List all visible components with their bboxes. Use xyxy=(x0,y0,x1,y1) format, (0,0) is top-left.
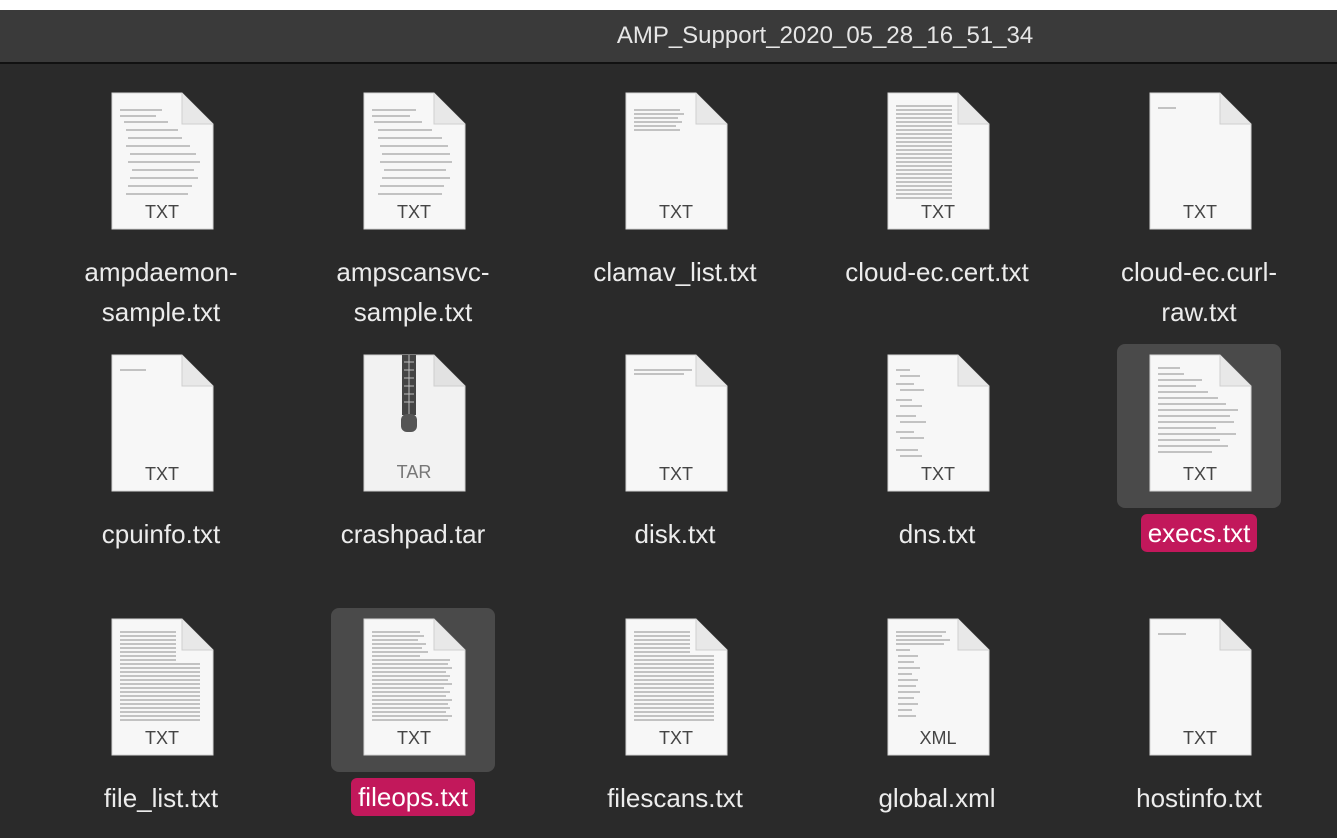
svg-text:TXT: TXT xyxy=(1183,202,1217,222)
file-item[interactable]: TXT filescans.txt xyxy=(544,590,806,838)
file-name: ampscansvc-sample.txt xyxy=(336,257,490,327)
file-icon-frame: TXT xyxy=(593,608,757,772)
file-item[interactable]: TXT cloud-ec.cert.txt xyxy=(806,64,1068,324)
file-icon-frame: XML xyxy=(855,608,1019,772)
window-titlebar[interactable]: AMP_Support_2020_05_28_16_51_34 xyxy=(0,10,1337,64)
window-title: AMP_Support_2020_05_28_16_51_34 xyxy=(616,22,1034,49)
file-item[interactable]: TXT cloud-ec.curl-raw.txt xyxy=(1068,64,1330,327)
archive-file-icon: TAR xyxy=(360,354,466,492)
file-name: filescans.txt xyxy=(607,783,743,813)
text-file-icon: TXT xyxy=(108,618,214,756)
file-name: clamav_list.txt xyxy=(593,257,757,287)
svg-text:TXT: TXT xyxy=(659,728,693,748)
svg-text:TXT: TXT xyxy=(921,464,955,484)
file-item[interactable]: XML global.xml xyxy=(806,590,1068,838)
file-item[interactable]: TXT ampdaemon-sample.txt xyxy=(30,64,292,327)
file-icon-frame: TXT xyxy=(593,344,757,508)
svg-text:TXT: TXT xyxy=(659,202,693,222)
text-file-icon: TXT xyxy=(360,618,466,756)
text-file-icon: TXT xyxy=(884,354,990,492)
file-name: dns.txt xyxy=(898,519,976,549)
file-icon-frame: TXT xyxy=(855,344,1019,508)
text-file-icon: TXT xyxy=(1146,354,1252,492)
svg-text:XML: XML xyxy=(919,728,956,748)
text-file-icon: TXT xyxy=(622,92,728,230)
file-name-selected: fileops.txt xyxy=(351,778,475,816)
file-icon-frame: TXT xyxy=(79,344,243,508)
file-icon-grid: TXT ampdaemon-sample.txt TXT ampscansvc-… xyxy=(0,64,1337,838)
file-icon-frame-selected: TXT xyxy=(331,608,495,772)
text-file-icon: TXT xyxy=(622,354,728,492)
file-name: disk.txt xyxy=(634,519,716,549)
text-file-icon: TXT xyxy=(360,92,466,230)
svg-text:TAR: TAR xyxy=(397,462,432,482)
file-icon-frame: TXT xyxy=(593,82,757,246)
file-item-selected[interactable]: TXT execs.txt xyxy=(1068,326,1330,586)
file-name: cloud-ec.cert.txt xyxy=(845,257,1029,287)
svg-text:TXT: TXT xyxy=(921,202,955,222)
text-file-icon: TXT xyxy=(108,92,214,230)
file-icon-frame: TXT xyxy=(79,608,243,772)
file-item[interactable]: TXT dns.txt xyxy=(806,326,1068,586)
file-name: cpuinfo.txt xyxy=(101,519,221,549)
file-item[interactable]: TXT cpuinfo.txt xyxy=(30,326,292,586)
file-name: file_list.txt xyxy=(103,783,219,813)
xml-file-icon: XML xyxy=(884,618,990,756)
svg-text:TXT: TXT xyxy=(1183,464,1217,484)
file-icon-frame: TXT xyxy=(1117,82,1281,246)
text-file-icon: TXT xyxy=(884,92,990,230)
file-icon-frame: TXT xyxy=(855,82,1019,246)
file-icon-frame: TXT xyxy=(331,82,495,246)
file-item[interactable]: TXT disk.txt xyxy=(544,326,806,586)
file-name-selected: execs.txt xyxy=(1140,514,1258,552)
file-name: crashpad.tar xyxy=(340,519,486,549)
file-item[interactable]: TXT hostinfo.txt xyxy=(1068,590,1330,838)
svg-text:TXT: TXT xyxy=(145,464,179,484)
file-item[interactable]: TXT ampscansvc-sample.txt xyxy=(282,64,544,327)
file-icon-frame: TAR xyxy=(331,344,495,508)
svg-text:TXT: TXT xyxy=(145,202,179,222)
file-name: cloud-ec.curl-raw.txt xyxy=(1120,257,1278,327)
file-item[interactable]: TAR crashpad.tar xyxy=(282,326,544,586)
svg-text:TXT: TXT xyxy=(397,202,431,222)
file-icon-frame: TXT xyxy=(79,82,243,246)
text-file-icon: TXT xyxy=(1146,92,1252,230)
svg-text:TXT: TXT xyxy=(1183,728,1217,748)
svg-text:TXT: TXT xyxy=(397,728,431,748)
text-file-icon: TXT xyxy=(1146,618,1252,756)
file-name: global.xml xyxy=(878,783,996,813)
file-icon-frame: TXT xyxy=(1117,608,1281,772)
svg-text:TXT: TXT xyxy=(659,464,693,484)
file-item-selected[interactable]: TXT fileops.txt xyxy=(282,590,544,838)
file-item[interactable]: TXT file_list.txt xyxy=(30,590,292,838)
text-file-icon: TXT xyxy=(622,618,728,756)
text-file-icon: TXT xyxy=(108,354,214,492)
file-icon-frame-selected: TXT xyxy=(1117,344,1281,508)
file-name: ampdaemon-sample.txt xyxy=(84,257,238,327)
svg-text:TXT: TXT xyxy=(145,728,179,748)
finder-window: AMP_Support_2020_05_28_16_51_34 TXT ampd… xyxy=(0,10,1337,838)
file-name: hostinfo.txt xyxy=(1136,783,1262,813)
file-item[interactable]: TXT clamav_list.txt xyxy=(544,64,806,324)
